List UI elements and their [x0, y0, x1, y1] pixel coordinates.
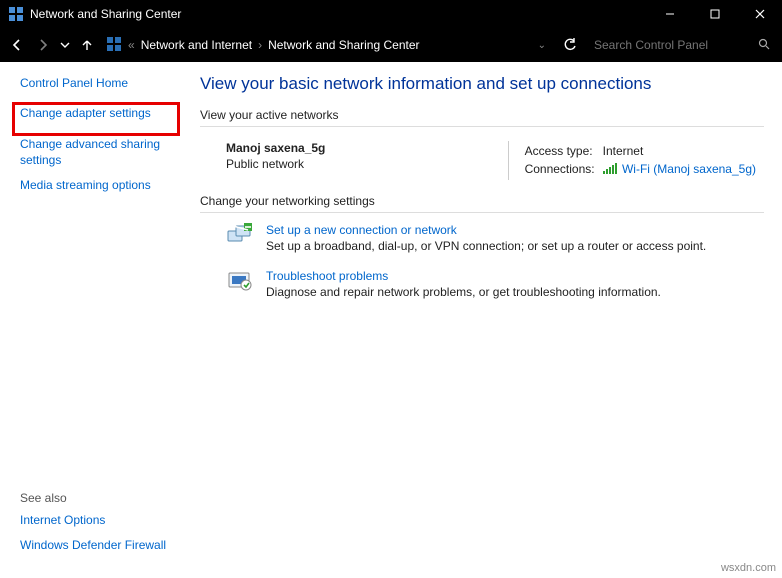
divider [200, 212, 764, 213]
breadcrumb-sharing-center[interactable]: Network and Sharing Center [268, 38, 419, 52]
see-also-firewall[interactable]: Windows Defender Firewall [20, 538, 166, 554]
watermark: wsxdn.com [721, 562, 776, 574]
see-also-section: See also Internet Options Windows Defend… [20, 491, 166, 564]
wifi-signal-icon [603, 163, 617, 177]
connection-link[interactable]: Wi-Fi (Manoj saxena_5g) [622, 162, 756, 176]
close-button[interactable] [737, 0, 782, 28]
back-button[interactable] [6, 33, 28, 57]
troubleshoot-icon [226, 269, 254, 293]
search-box[interactable] [586, 33, 776, 57]
maximize-button[interactable] [692, 0, 737, 28]
sidebar-control-panel-home[interactable]: Control Panel Home [20, 76, 190, 92]
search-icon[interactable] [758, 38, 770, 53]
minimize-button[interactable] [647, 0, 692, 28]
main-panel: View your basic network information and … [200, 62, 782, 578]
active-network-row: Manoj saxena_5g Public network Access ty… [200, 137, 764, 194]
change-settings-label: Change your networking settings [200, 194, 764, 208]
connections-label: Connections: [525, 161, 601, 178]
refresh-button[interactable] [558, 33, 582, 57]
sidebar-change-adapter-settings[interactable]: Change adapter settings [20, 106, 190, 122]
forward-button[interactable] [32, 33, 54, 57]
window-title: Network and Sharing Center [30, 7, 181, 21]
option-troubleshoot-title[interactable]: Troubleshoot problems [266, 269, 661, 283]
breadcrumb-separator: « [128, 38, 135, 52]
app-icon [8, 6, 24, 22]
control-panel-icon [106, 36, 122, 55]
sidebar-media-streaming[interactable]: Media streaming options [20, 178, 190, 194]
address-dropdown-icon[interactable]: ⌄ [538, 40, 546, 51]
nav-bar: « Network and Internet › Network and Sha… [0, 28, 782, 62]
page-heading: View your basic network information and … [200, 74, 764, 94]
see-also-internet-options[interactable]: Internet Options [20, 513, 166, 529]
search-input[interactable] [592, 37, 758, 53]
option-troubleshoot[interactable]: Troubleshoot problems Diagnose and repai… [226, 269, 764, 299]
setup-connection-icon [226, 223, 254, 247]
option-setup-connection[interactable]: Set up a new connection or network Set u… [226, 223, 764, 253]
title-bar: Network and Sharing Center [0, 0, 782, 28]
address-bar[interactable]: « Network and Internet › Network and Sha… [102, 33, 554, 57]
sidebar-change-advanced-sharing[interactable]: Change advanced sharing settings [20, 137, 190, 168]
breadcrumb-network-internet[interactable]: Network and Internet [141, 38, 252, 52]
divider [200, 126, 764, 127]
sidebar: Control Panel Home Change adapter settin… [0, 62, 200, 578]
recent-dropdown[interactable] [58, 33, 72, 57]
network-name: Manoj saxena_5g [226, 141, 508, 155]
see-also-header: See also [20, 491, 166, 505]
network-type: Public network [226, 157, 508, 171]
up-button[interactable] [76, 33, 98, 57]
access-type-label: Access type: [525, 143, 601, 159]
option-setup-desc: Set up a broadband, dial-up, or VPN conn… [266, 239, 706, 253]
option-setup-title[interactable]: Set up a new connection or network [266, 223, 706, 237]
breadcrumb-chevron-icon: › [258, 38, 262, 52]
option-troubleshoot-desc: Diagnose and repair network problems, or… [266, 285, 661, 299]
access-type-value: Internet [603, 143, 762, 159]
active-networks-label: View your active networks [200, 108, 764, 122]
window-controls [647, 0, 782, 28]
